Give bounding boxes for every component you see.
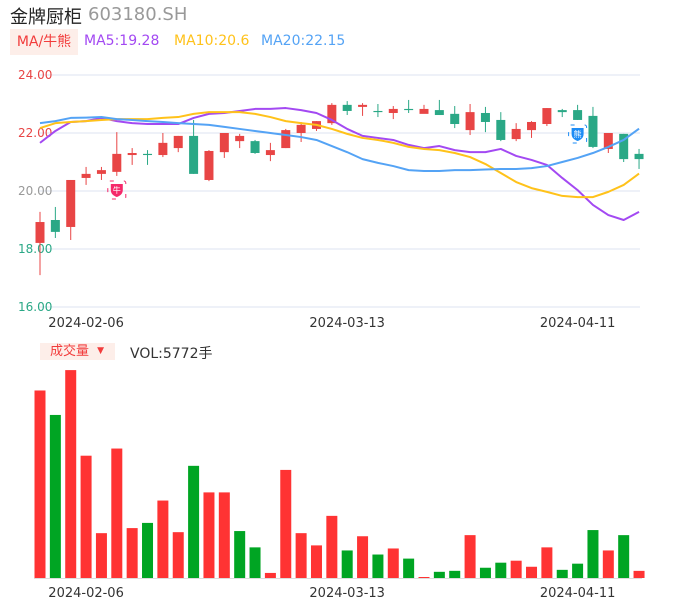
volume-bar (111, 448, 123, 578)
volume-bar (142, 522, 154, 578)
volume-bar (526, 566, 538, 578)
volume-bar (234, 531, 246, 578)
candle-body (143, 153, 153, 156)
volume-bar (341, 550, 353, 578)
y-tick-label: 18.00 (18, 242, 52, 256)
y-tick-label: 20.00 (18, 184, 52, 198)
candle-body (265, 150, 275, 156)
candle-body (465, 112, 475, 131)
y-tick-label: 16.00 (18, 300, 52, 314)
candle-body (573, 110, 583, 120)
candle-body (219, 133, 229, 153)
candle-body (480, 112, 490, 122)
candle-body (127, 153, 137, 156)
x-tick-label: 2024-04-11 (540, 316, 616, 331)
volume-bar (157, 500, 169, 578)
volume-bar (602, 550, 614, 578)
volume-bar (418, 577, 430, 578)
candle-body (112, 153, 122, 172)
volume-bar (433, 571, 445, 578)
candle-body (511, 128, 521, 140)
candle-body (50, 220, 60, 232)
x-tick-label: 2024-04-11 (540, 586, 616, 601)
volume-bar (387, 548, 399, 578)
volume-bar (249, 547, 261, 578)
volume-bar (541, 547, 553, 578)
volume-bar (310, 545, 322, 578)
candle-body (35, 222, 45, 243)
candlestick-chart: 24.0022.0020.0018.0016.00牛熊2024-02-06 202… (18, 68, 645, 601)
candle-body (342, 104, 352, 111)
volume-bar (510, 560, 522, 578)
candle-body (66, 179, 76, 227)
x-tick-label: 2024-02-06 (48, 316, 124, 331)
candle-body (634, 153, 644, 160)
candle-body (527, 121, 537, 131)
x-tick-label: 2024-02-06 (48, 586, 124, 601)
volume-bar (495, 562, 507, 578)
candle-body (588, 115, 598, 147)
candle-body (373, 110, 383, 113)
volume-bar (80, 455, 92, 578)
candle-body (496, 119, 506, 140)
volume-bar (218, 492, 230, 578)
candle-body (450, 113, 460, 125)
volume-bar (126, 528, 138, 578)
x-tick-label: 2024-03-13 (309, 586, 385, 601)
candle-body (358, 104, 368, 107)
candle-body (81, 173, 91, 178)
candle-body (557, 110, 567, 113)
volume-bar (34, 390, 46, 578)
ma5-line (39, 107, 640, 221)
volume-bar (188, 465, 200, 578)
candle-body (96, 170, 106, 174)
volume-bar (372, 554, 384, 578)
candle-body (250, 141, 260, 154)
y-tick-label: 24.00 (18, 68, 52, 82)
volume-bar (618, 535, 630, 578)
candle-body (542, 108, 552, 125)
candle-body (235, 135, 245, 142)
marker-label: 牛 (113, 185, 121, 195)
volume-bar (572, 563, 584, 578)
volume-bar (172, 532, 184, 578)
candle-body (281, 130, 291, 149)
x-tick-label: 2024-03-13 (309, 316, 385, 331)
candle-body (404, 108, 414, 111)
volume-bar (326, 515, 338, 578)
volume-bar (403, 558, 415, 578)
volume-bar (357, 536, 369, 578)
volume-bar (464, 535, 476, 578)
candle-body (158, 142, 168, 156)
volume-bar (95, 533, 107, 578)
marker-label: 熊 (574, 129, 582, 139)
volume-bar (49, 414, 61, 578)
candle-body (388, 108, 398, 113)
volume-bar (556, 569, 568, 578)
volume-bar (449, 570, 461, 578)
candle-body (434, 110, 444, 116)
candle-body (173, 135, 183, 149)
candle-body (419, 108, 429, 114)
candle-body (204, 150, 214, 180)
candle-body (296, 124, 306, 133)
volume-bar (203, 492, 215, 578)
stock-chart-widget: 金牌厨柜 603180.SH MA/牛熊 MA5:19.28 MA10:20.6… (0, 0, 686, 606)
volume-bar (65, 370, 77, 578)
volume-bar (633, 570, 645, 578)
volume-bar (264, 572, 276, 578)
candle-body (189, 135, 199, 174)
volume-bar (587, 530, 599, 578)
volume-bar (295, 533, 307, 578)
volume-bar (280, 469, 292, 578)
volume-bar (479, 567, 491, 578)
